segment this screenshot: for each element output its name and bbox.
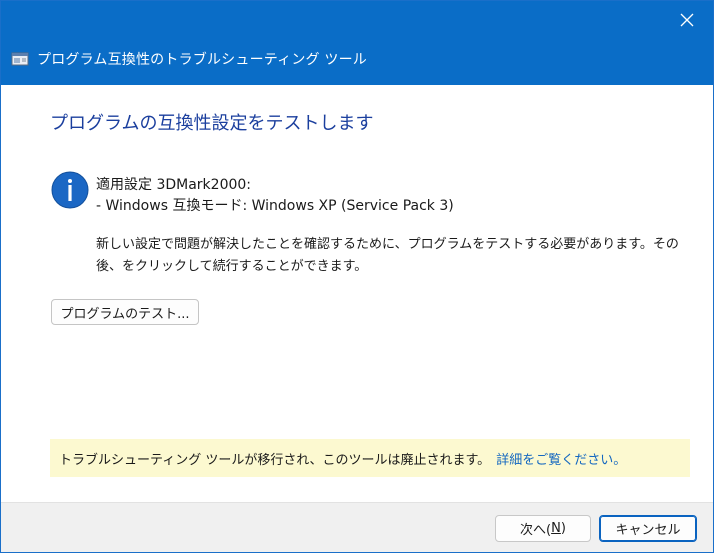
applied-settings-label: 適用設定 3DMark2000:: [96, 177, 252, 193]
deprecation-notice-text: トラブルシューティング ツールが移行され、このツールは廃止されます。: [59, 452, 491, 468]
window-title: プログラム互換性のトラブルシューティング ツール: [37, 52, 367, 68]
test-instructions: 新しい設定で問題が解決したことを確認するために、プログラムをテストする必要があり…: [96, 237, 679, 274]
next-button-label-prefix: 次へ(: [520, 523, 552, 538]
test-program-button[interactable]: プログラムのテスト...: [51, 299, 199, 325]
page-heading: プログラムの互換性設定をテストします: [50, 113, 374, 134]
close-button[interactable]: [669, 5, 705, 35]
next-button-accelerator: N: [551, 521, 561, 536]
info-icon: [51, 171, 89, 209]
dialog-footer: 次へ(N) キャンセル: [1, 502, 713, 552]
troubleshooter-window-icon: [11, 52, 29, 66]
title-bar: プログラム互換性のトラブルシューティング ツール: [1, 1, 713, 85]
app-title-row: プログラム互換性のトラブルシューティング ツール: [11, 45, 367, 73]
compat-mode-value: - Windows 互換モード: Windows XP (Service Pac…: [96, 198, 454, 214]
deprecation-notice: トラブルシューティング ツールが移行され、このツールは廃止されます。 詳細をご覧…: [50, 439, 690, 477]
close-icon: [680, 13, 694, 27]
cancel-button[interactable]: キャンセル: [599, 515, 697, 542]
next-button[interactable]: 次へ(N): [495, 515, 591, 542]
main-content: プログラムの互換性設定をテストします 適用設定 3DMark2000: - Wi…: [1, 85, 713, 502]
troubleshooter-window: プログラム互換性のトラブルシューティング ツール プログラムの互換性設定をテスト…: [0, 0, 714, 553]
learn-more-link[interactable]: 詳細をご覧ください。: [496, 449, 626, 468]
next-button-label-suffix: ): [560, 521, 566, 536]
